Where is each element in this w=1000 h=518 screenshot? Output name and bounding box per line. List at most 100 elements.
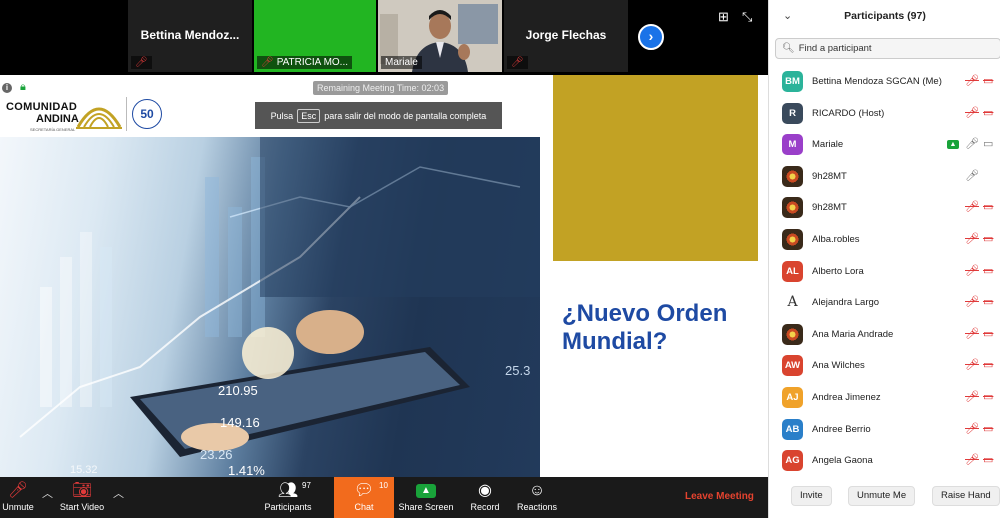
video-off-icon[interactable]: ▭ [983,358,993,371]
participant-avatar: A [782,292,803,314]
participant-avatar: BM [782,71,803,92]
chat-count: 10 [379,481,388,490]
record-icon: ◉ [478,482,492,499]
record-label: Record [470,502,500,512]
mic-off-icon[interactable]: 🎤︎ [965,358,979,371]
mic-off-icon[interactable]: 🎤︎ [965,453,979,466]
participant-name: Andree Berrio [812,423,871,435]
video-off-icon[interactable]: ▭ [983,390,993,403]
raise-hand-button[interactable]: Raise Hand [932,486,1000,506]
logo-line1: COMUNIDAD [6,101,78,113]
participant-row[interactable]: Alba.robles 🎤︎ ▭ [769,224,1000,256]
participant-row[interactable]: A Alejandra Largo 🎤︎ ▭ [769,287,1000,319]
participant-name: Angela Gaona [812,455,873,467]
participant-row[interactable]: AJ Andrea Jimenez 🎤︎ ▭ [769,382,1000,414]
logo-subtitle: SECRETARÍA GENERAL [30,127,76,132]
participant-avatar: M [782,134,803,156]
next-page-button[interactable]: › [638,24,664,50]
gallery-view-icon[interactable]: ⊞ [718,9,729,25]
video-on-icon[interactable]: ▭ [983,137,993,150]
mic-off-icon[interactable]: 🎤︎ [965,74,979,87]
stock-photo-graphics: 210.95 149.16 23.26 1.41% 25.3 15.32 [19,137,540,477]
participant-row[interactable]: AG Angela Gaona 🎤︎ ▭ [769,445,1000,477]
mic-off-icon[interactable]: 🎤︎ [965,295,979,308]
video-tile-bettina[interactable]: Bettina Mendoz... 🎤︎ [128,0,252,72]
meeting-toolbar: 🎤︎ Unmute ︿ 📷︎ Start Video ︿ 👥︎ Particip… [0,477,768,518]
video-off-icon[interactable]: ▭ [983,295,993,308]
participant-search-input[interactable] [798,43,989,54]
participant-row[interactable]: BM Bettina Mendoza SGCAN (Me) 🎤︎ ▭ [769,66,1000,98]
mic-on-icon[interactable]: 🎤︎ [965,137,979,150]
chat-button[interactable]: 💬︎ Chat 10 [334,477,394,518]
video-off-icon[interactable]: ▭ [983,232,993,245]
participant-name: Alba.robles [812,233,860,245]
video-off-icon[interactable]: ▭ [983,327,993,340]
unmute-me-button[interactable]: Unmute Me [848,486,916,506]
share-screen-button[interactable]: ▲ Share Screen [398,477,454,518]
participants-panel-title: Participants (97) [844,10,926,22]
info-icon[interactable]: i [2,83,12,93]
zoom-window: Bettina Mendoz... 🎤︎ 🎤︎ PATRICIA MO... Ma… [0,0,1000,518]
video-tile-jorge[interactable]: Jorge Flechas 🎤︎ [504,0,628,72]
photo-value-5: 25.3 [505,363,530,378]
participant-name: Ana Wilches [812,360,865,372]
mic-off-icon: 🎤︎ [511,57,524,68]
start-video-label: Start Video [59,502,105,512]
slide-title: ¿Nuevo Orden Mundial? [562,300,728,355]
unmute-button[interactable]: 🎤︎ Unmute [0,477,36,518]
share-screen-icon: ▲ [398,480,454,502]
video-tile-patricia[interactable]: 🎤︎ PATRICIA MO... [254,0,376,72]
participant-row[interactable]: M Mariale ▲ 🎤︎ ▭ [769,129,1000,161]
participant-name: Ana Maria Andrade [812,328,894,340]
participant-avatar [782,323,803,345]
reactions-button[interactable]: ☺︎ Reactions [514,477,560,518]
participant-row[interactable]: R RICARDO (Host) 🎤︎ ▭ [769,98,1000,130]
mic-off-icon[interactable]: 🎤︎ [965,390,979,403]
mic-off-icon[interactable]: 🎤︎ [965,200,979,213]
tile-name-label: Mariale [381,56,422,69]
mic-off-icon: 🎤︎ [261,57,274,68]
video-off-icon[interactable]: ▭ [983,264,993,277]
participant-avatar: AG [782,450,803,472]
participants-button[interactable]: 👥︎ Participants 97 [262,477,314,518]
video-off-icon[interactable]: ▭ [983,422,993,435]
video-off-icon[interactable]: ▭ [983,200,993,213]
slide-left-panel: i 🔒︎ COMUNIDAD ANDINA SECRETARÍA GENERAL… [0,75,553,477]
video-off-icon: 📷︎ [71,482,93,499]
participant-row[interactable]: 9h28MT 🎤︎ ▭ [769,192,1000,224]
video-tile-mariale[interactable]: Mariale [378,0,502,72]
esc-key-label: Esc [297,108,321,123]
esc-banner-before: Pulsa [270,110,294,121]
mic-off-icon[interactable]: 🎤︎ [965,264,979,277]
invite-button[interactable]: Invite [791,486,832,506]
photo-value-4: 1.41% [228,463,265,477]
participant-name: RICARDO (Host) [812,107,885,119]
leave-meeting-button[interactable]: Leave Meeting [685,491,754,502]
exit-fullscreen-icon[interactable]: ⤡ [742,9,752,25]
video-options-caret[interactable]: ︿ [113,485,124,501]
mic-off-icon[interactable]: 🎤︎ [965,232,979,245]
mic-off-icon[interactable]: 🎤︎ [965,327,979,340]
record-button[interactable]: ◉ Record [466,477,504,518]
participant-row[interactable]: 9h28MT 🎤︎ [769,161,1000,193]
participant-row[interactable]: Ana Maria Andrade 🎤︎ ▭ [769,319,1000,351]
start-video-button[interactable]: 📷︎ Start Video [58,477,106,518]
photo-value-1: 210.95 [218,383,258,398]
participant-avatar: AW [782,355,803,377]
photo-value-2: 149.16 [220,415,260,430]
participant-row[interactable]: AW Ana Wilches 🎤︎ ▭ [769,350,1000,382]
video-off-icon[interactable]: ▭ [983,453,993,466]
comunidad-andina-logo: COMUNIDAD ANDINA SECRETARÍA GENERAL 50 [4,97,164,135]
audio-options-caret[interactable]: ︿ [42,485,53,501]
participants-panel-header: ⌄ Participants (97) [769,0,1000,34]
participant-row[interactable]: AL Alberto Lora 🎤︎ ▭ [769,256,1000,288]
mic-off-icon[interactable]: 🎤︎ [965,422,979,435]
mic-on-icon[interactable]: 🎤︎ [965,169,979,182]
mic-off-icon[interactable]: 🎤︎ [965,106,979,119]
fullscreen-exit-banner: Pulsa Esc para salir del modo de pantall… [255,102,502,129]
video-off-icon[interactable]: ▭ [983,106,993,119]
participant-row[interactable]: AB Andree Berrio 🎤︎ ▭ [769,414,1000,446]
video-off-icon[interactable]: ▭ [983,74,993,87]
lock-icon[interactable]: 🔒︎ [20,81,26,94]
participant-search-box[interactable]: 🔍︎ [775,38,1000,59]
